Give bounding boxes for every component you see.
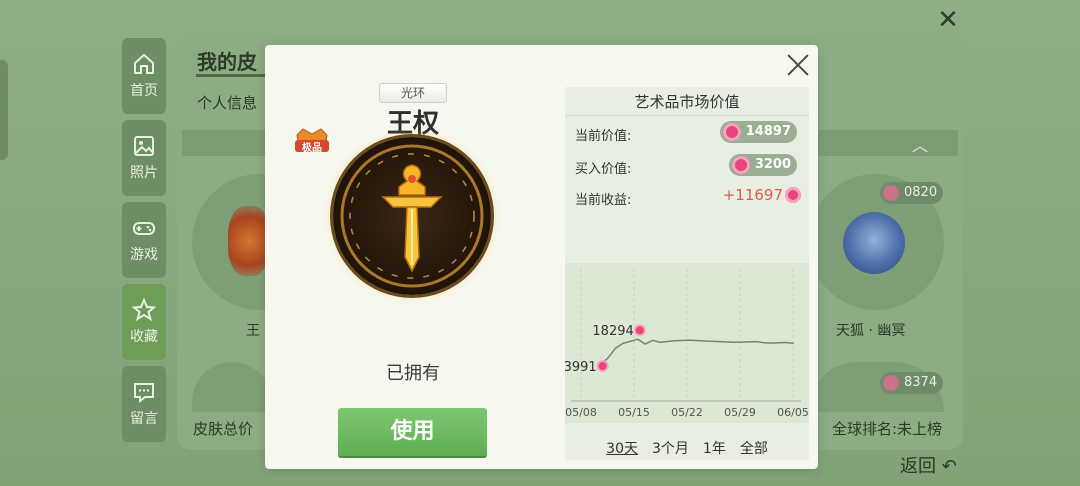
x-tick-label: 05/29 — [724, 406, 756, 419]
lollipop-icon — [722, 123, 741, 141]
lollipop-icon — [633, 324, 646, 337]
category-tag: 光环 — [379, 83, 447, 103]
close-icon[interactable] — [784, 51, 812, 79]
background-total-value-label: 皮肤总价 — [193, 420, 254, 438]
item-name: 王权 — [386, 109, 439, 139]
background-price-badge: 0820 — [880, 182, 944, 204]
chevron-up-icon[interactable]: ︿ — [912, 132, 928, 156]
nav-message-label: 留言 — [130, 411, 158, 427]
current-value: 14897 — [745, 124, 791, 139]
range-option-1[interactable]: 3个月 — [652, 438, 689, 458]
x-tick-label: 05/08 — [565, 406, 597, 419]
range-option-2[interactable]: 1年 — [703, 438, 726, 458]
x-tick-label: 06/05 — [777, 406, 809, 419]
x-tick-label: 05/22 — [671, 406, 703, 419]
nav-home[interactable]: 首页 — [122, 38, 166, 114]
buy-value-pill: 3200 — [728, 154, 797, 176]
price-chart-svg: 05/08 05/15 05/22 05/29 06/05 13991 18294 — [565, 269, 809, 419]
background-title-underline — [196, 74, 266, 77]
rarity-badge-label: 极品 — [302, 143, 322, 154]
background-item-right-name: 天狐 · 幽冥 — [836, 323, 906, 339]
background-item-right-art — [843, 212, 905, 274]
nav-game-label: 游戏 — [130, 247, 158, 263]
photo-icon — [134, 136, 154, 156]
background-global-rank: 全球排名:未上榜 — [832, 420, 943, 438]
use-button[interactable]: 使用 — [338, 408, 487, 456]
back-label: 返回 — [900, 456, 936, 477]
nav-home-label: 首页 — [130, 83, 158, 99]
lollipop-icon — [731, 156, 750, 174]
nav-photo[interactable]: 照片 — [122, 120, 166, 196]
range-option-0[interactable]: 30天 — [606, 438, 638, 458]
market-value-panel: 艺术品市场价值 当前价值: 14897 买入价值: 3200 当前收益: +11… — [565, 87, 809, 460]
message-icon — [134, 383, 154, 404]
rarity-badge: 极品 — [289, 127, 335, 157]
range-selector: 30天 3个月 1年 全部 — [565, 438, 809, 458]
lollipop-icon — [596, 360, 609, 373]
market-title: 艺术品市场价值 — [634, 93, 740, 111]
background-subtab[interactable]: 个人信息 — [197, 92, 257, 113]
nav-favorites[interactable]: 收藏 — [122, 284, 166, 360]
left-edge-tab[interactable] — [0, 60, 8, 160]
back-button[interactable]: 返回 ↶ — [900, 452, 957, 478]
back-arrow-icon: ↶ — [941, 456, 957, 477]
buy-value-label: 买入价值: — [575, 162, 632, 177]
current-value-pill: 14897 — [719, 121, 797, 143]
lollipop-icon — [785, 187, 801, 203]
ownership-status: 已拥有 — [386, 363, 440, 384]
background-title: 我的皮 — [197, 50, 257, 74]
annotation-label: 18294 — [592, 324, 633, 339]
star-icon — [131, 298, 157, 322]
nav-message[interactable]: 留言 — [122, 366, 166, 442]
current-value-label: 当前价值: — [575, 129, 632, 144]
scepter-icon — [340, 144, 484, 288]
x-tick-label: 05/15 — [618, 406, 650, 419]
background-item-left-art — [228, 206, 270, 276]
nav-favorites-label: 收藏 — [130, 329, 158, 345]
background-item-left-name: 王 — [246, 323, 260, 339]
skin-preview — [333, 137, 491, 295]
skin-detail-dialog: 光环 王权 极品 已拥有 使用 艺术品市场价值 当前价值: 14897 买入价值… — [265, 45, 818, 469]
market-divider — [565, 115, 809, 116]
range-option-3[interactable]: 全部 — [740, 438, 768, 458]
buy-value: 3200 — [754, 157, 791, 172]
annotation-label: 13991 — [565, 360, 597, 375]
background-close-icon[interactable]: ✕ — [934, 6, 962, 34]
price-chart: 05/08 05/15 05/22 05/29 06/05 13991 18294 — [565, 263, 809, 423]
nav-game[interactable]: 游戏 — [122, 202, 166, 278]
price-line — [600, 338, 794, 366]
current-gain-label: 当前收益: — [575, 193, 632, 208]
nav-photo-label: 照片 — [130, 165, 158, 181]
current-gain: +11697 — [722, 186, 783, 204]
background-price-badge-2: 8374 — [880, 372, 944, 394]
side-nav: 首页 照片 游戏 收藏 留言 — [122, 38, 166, 448]
home-icon — [134, 53, 154, 74]
gamepad-icon — [133, 222, 155, 235]
